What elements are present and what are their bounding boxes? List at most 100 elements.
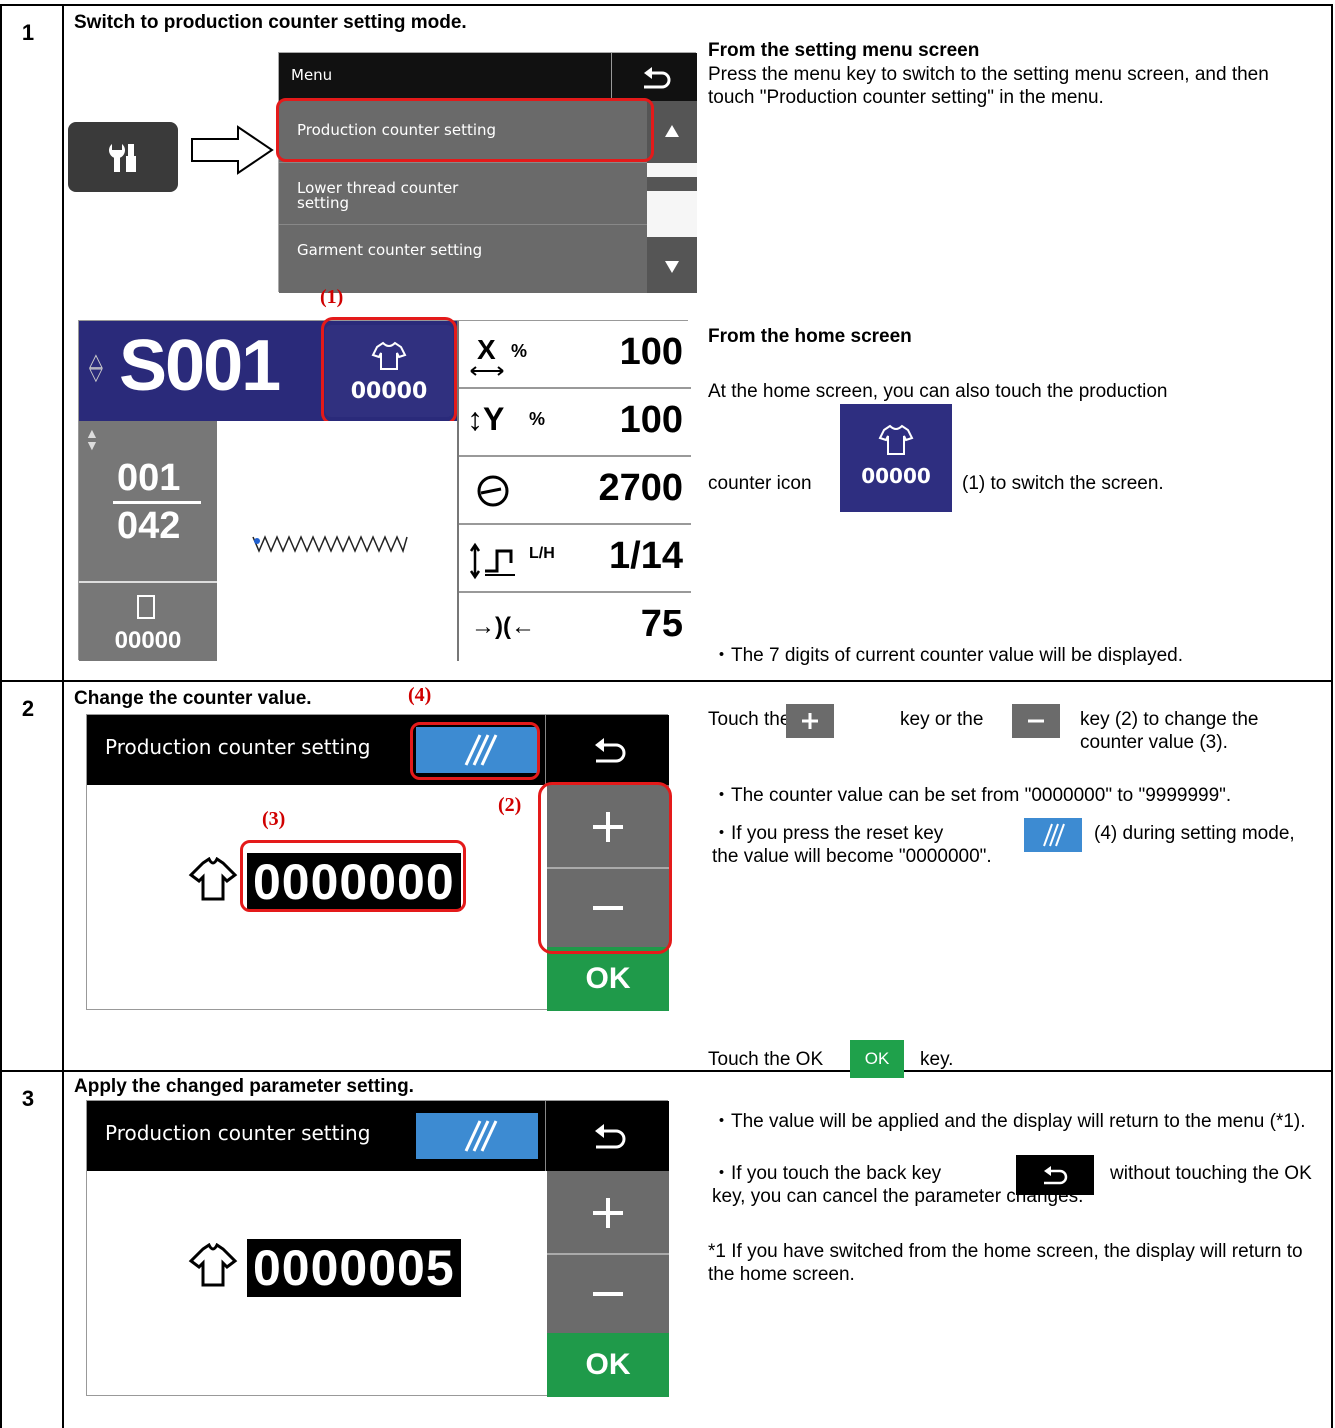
reset-button[interactable]	[416, 1113, 538, 1159]
step3-text-a: Touch the OK	[708, 1049, 824, 1070]
production-counter-icon: 00000	[840, 404, 952, 512]
from-home-text-1: At the home screen, you can also touch t…	[708, 381, 1168, 402]
y-scale-unit: %	[529, 409, 546, 429]
back-button[interactable]	[545, 1101, 669, 1171]
presser-foot-icon	[469, 542, 515, 580]
ok-button[interactable]: OK	[547, 1333, 669, 1397]
width-row[interactable]: →)(← 75	[459, 593, 691, 661]
from-home-text-3: (1) to switch the screen.	[962, 473, 1164, 494]
x-scale-value: 100	[619, 331, 683, 373]
from-menu-text: Press the menu key to switch to the sett…	[708, 64, 1269, 108]
shirt-icon	[878, 424, 914, 455]
table-border-top	[0, 4, 1333, 6]
arrow-right-icon	[191, 125, 274, 175]
step-title: Apply the changed parameter setting.	[74, 1076, 414, 1097]
step3-bullet-1: ・The value will be applied and the displ…	[712, 1111, 1306, 1132]
menu-scrollbar[interactable]	[647, 101, 697, 293]
minus-icon	[1028, 719, 1044, 723]
step-title: Change the counter value.	[74, 688, 312, 709]
stitch-number: 001	[117, 457, 181, 499]
menu-title: Menu	[291, 66, 333, 84]
triangle-up-icon	[665, 125, 679, 137]
stitch-total: 042	[117, 505, 181, 547]
y-scale-value: 100	[619, 399, 683, 441]
from-home-heading: From the home screen	[708, 326, 912, 347]
ok-button[interactable]: OK	[547, 947, 669, 1011]
x-scale-row[interactable]: X % 100	[459, 321, 691, 389]
from-menu-heading: From the setting menu screen	[708, 40, 980, 61]
scroll-thumb[interactable]	[647, 177, 697, 191]
y-scale-icon: ↕Y	[467, 401, 505, 437]
tools-icon	[109, 144, 136, 172]
menu-item-lower-thread-counter[interactable]: Lower thread counter setting	[279, 163, 647, 225]
back-icon	[595, 1124, 626, 1149]
step2-bullet-1: ・The counter value can be set from "0000…	[712, 785, 1232, 806]
callout-2: (2)	[498, 794, 522, 816]
svg-text:X: X	[477, 334, 496, 365]
thread-counter-icon	[137, 595, 155, 619]
highlight-counter-value	[240, 840, 466, 912]
stitch-divider	[113, 501, 201, 504]
scroll-down-button[interactable]	[647, 237, 697, 293]
scroll-up-button[interactable]	[647, 101, 697, 163]
highlight-counter-icon	[321, 317, 457, 425]
minus-button[interactable]	[547, 1255, 669, 1333]
callout-1: (1)	[320, 286, 344, 308]
reset-icon	[464, 1120, 498, 1152]
shirt-icon	[188, 1243, 238, 1287]
step2-text-a: Touch the	[708, 709, 791, 730]
row-divider-1	[0, 680, 1333, 682]
step-number: 2	[21, 696, 35, 721]
speed-icon	[477, 475, 509, 507]
from-home-text-2: counter icon	[708, 473, 812, 494]
presser-lh-row[interactable]: L/H 1/14	[459, 525, 691, 593]
back-button[interactable]	[545, 715, 669, 785]
menu-key[interactable]	[68, 122, 178, 192]
menu-item-label: Lower thread counter setting	[297, 179, 459, 212]
program-number: S001	[119, 326, 281, 406]
step3-footnote: *1 If you have switched from the home sc…	[708, 1241, 1303, 1285]
x-scale-unit: %	[511, 341, 528, 361]
step-title: Switch to production counter setting mod…	[74, 12, 467, 33]
left-panel-separator	[79, 581, 217, 583]
setting-menu-screen: Menu Production counter setting Lower th…	[278, 52, 697, 293]
speed-value: 2700	[598, 467, 683, 509]
step1-bullet: ・The 7 digits of current counter value w…	[712, 645, 1184, 666]
stitch-updown-icon: ▲ ▼	[85, 425, 99, 453]
highlight-plus-minus-keys	[538, 782, 672, 954]
y-scale-row[interactable]: ↕Y % 100	[459, 389, 691, 457]
plus-key-icon	[786, 704, 834, 738]
step2-text-b: key or the	[900, 709, 984, 730]
plus-icon	[593, 1198, 623, 1228]
setting-title: Production counter setting	[105, 1121, 371, 1145]
plus-button[interactable]	[547, 1171, 669, 1255]
counter-value-field: 0000005	[247, 1239, 461, 1297]
step-number: 3	[21, 1086, 35, 1111]
callout-4: (4)	[408, 684, 432, 706]
setting-header: Production counter setting	[87, 1101, 669, 1171]
step2-bullet-2b: (4) during setting mode, the value will …	[712, 823, 1295, 867]
table-border-left	[0, 4, 2, 1428]
triangle-down-icon	[665, 261, 679, 273]
stitch-preview	[217, 421, 457, 661]
counter-apply-screen: Production counter setting 0000005 OK	[86, 1100, 669, 1397]
speed-row[interactable]: 2700	[459, 457, 691, 525]
presser-lh-value: 1/14	[609, 535, 683, 577]
plus-icon	[802, 713, 818, 729]
manual-page: 1 Switch to production counter setting m…	[0, 0, 1335, 1428]
zigzag-stitch-icon	[252, 535, 408, 554]
menu-item-garment-counter[interactable]: Garment counter setting	[279, 225, 647, 293]
width-value: 75	[640, 603, 683, 645]
program-updown-icon[interactable]: △ ▽	[89, 351, 103, 383]
minus-key-icon	[1012, 704, 1060, 738]
back-button[interactable]	[611, 53, 697, 101]
callout-3: (3)	[262, 808, 286, 830]
counter-icon-value: 00000	[861, 464, 931, 488]
menu-item-label: Garment counter setting	[297, 241, 483, 259]
table-border-right	[1331, 4, 1333, 1428]
setting-header: Production counter setting	[87, 715, 669, 785]
back-icon	[644, 67, 671, 89]
highlight-production-counter	[276, 98, 654, 162]
stitch-selector[interactable]: ▲ ▼ 001 042 00000	[79, 421, 217, 661]
bottom-counter-value: 00000	[114, 627, 182, 654]
